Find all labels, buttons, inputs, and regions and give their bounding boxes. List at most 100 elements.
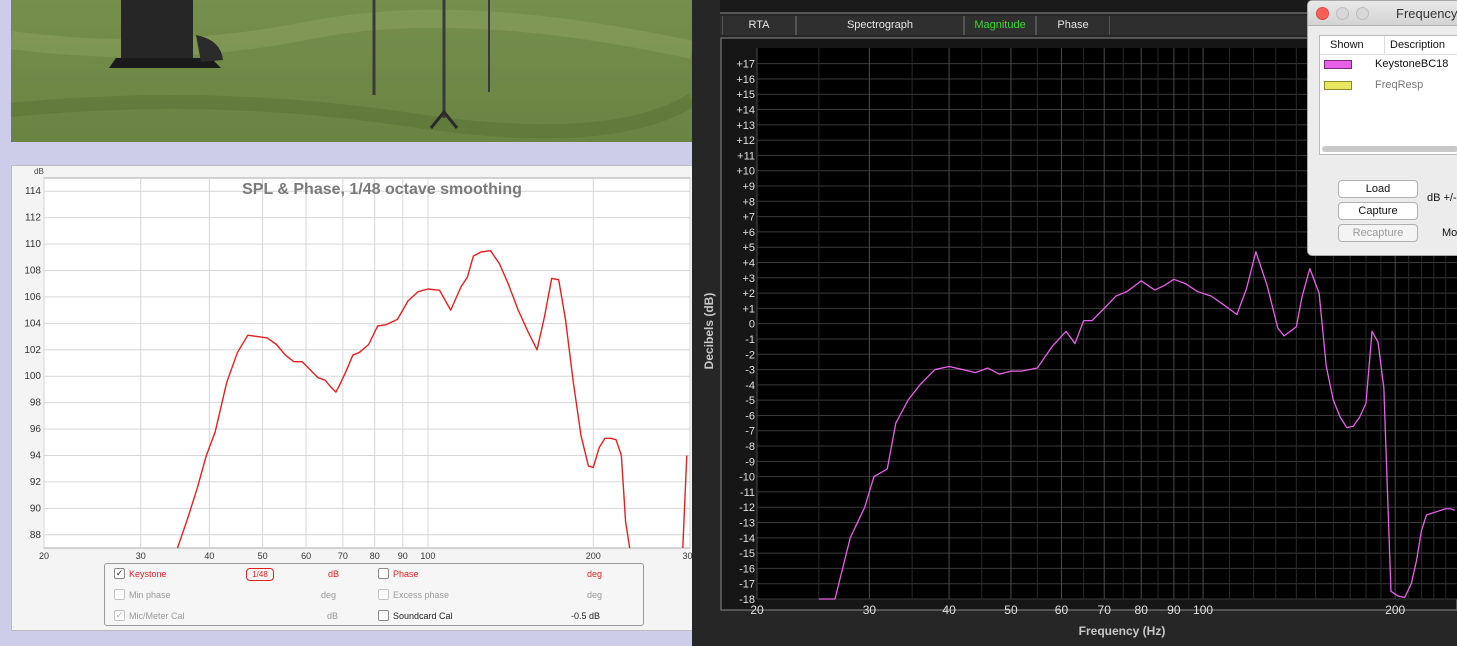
min-phase-checkbox[interactable] xyxy=(114,589,125,600)
magnitude-y-tick-label: -16 xyxy=(739,563,755,575)
spl-y-tick-label: 110 xyxy=(25,239,41,250)
magnitude-y-tick-label: +1 xyxy=(742,303,755,315)
magnitude-y-tick-label: +3 xyxy=(742,273,755,285)
soundcard-cal-checkbox[interactable] xyxy=(378,610,389,621)
soundcard-cal-value: -0.5 dB xyxy=(571,611,601,621)
min-phase-unit: deg xyxy=(321,590,337,600)
frequency-response-window: Frequency Shown Description KeystoneBC18… xyxy=(1307,0,1457,256)
excess-phase-unit: deg xyxy=(587,590,603,600)
min-phase-label: Min phase xyxy=(129,590,171,600)
spl-x-tick-label: 90 xyxy=(398,551,408,561)
spl-x-tick-label: 100 xyxy=(420,551,435,561)
close-window-icon[interactable] xyxy=(1316,7,1329,20)
magnitude-y-tick-label: -7 xyxy=(745,426,755,438)
spl-y-axis-label: dB xyxy=(34,167,44,176)
analyzer-tab-bar: RTA Spectrograph Magnitude Phase xyxy=(720,16,1310,35)
spl-y-tick-label: 90 xyxy=(30,503,42,514)
tab-rta[interactable]: RTA xyxy=(722,16,796,35)
magnitude-x-tick-label: 30 xyxy=(863,603,877,617)
phase-label: Phase xyxy=(393,569,419,579)
smoothing-button[interactable]: 1/48 xyxy=(246,568,274,581)
magnitude-y-tick-label: -5 xyxy=(745,395,755,407)
magnitude-x-tick-label: 200 xyxy=(1385,603,1405,617)
magnitude-y-axis-label: Decibels (dB) xyxy=(702,293,716,370)
spl-chart-title: SPL & Phase, 1/48 octave smoothing xyxy=(242,181,522,198)
description-column-header[interactable]: Description xyxy=(1386,36,1457,55)
magnitude-y-tick-label: +2 xyxy=(742,288,755,300)
magnitude-y-tick-label: -6 xyxy=(745,410,755,422)
magnitude-y-tick-label: +12 xyxy=(736,135,755,147)
spl-y-tick-label: 98 xyxy=(30,398,42,409)
magnitude-y-tick-label: -17 xyxy=(739,579,755,591)
keystone-color-swatch[interactable] xyxy=(1324,60,1352,69)
rta-top-strip xyxy=(720,0,1308,14)
frequency-window-titlebar[interactable]: Frequency xyxy=(1308,1,1457,26)
soundcard-cal-label: Soundcard Cal xyxy=(393,611,453,621)
trace-row-keystone[interactable]: KeystoneBC18 xyxy=(1375,58,1448,70)
excess-phase-label: Excess phase xyxy=(393,590,450,600)
magnitude-y-tick-label: +7 xyxy=(742,212,755,224)
recapture-button[interactable]: Recapture xyxy=(1338,224,1418,242)
magnitude-y-tick-label: +6 xyxy=(742,227,755,239)
spl-y-tick-label: 106 xyxy=(24,292,41,303)
mic-meter-cal-unit: dB xyxy=(327,611,339,621)
magnitude-y-tick-label: -9 xyxy=(745,456,755,468)
magnitude-y-tick-label: +13 xyxy=(736,120,755,132)
excess-phase-checkbox[interactable] xyxy=(378,589,389,600)
magnitude-y-tick-label: +16 xyxy=(736,74,755,86)
magnitude-y-tick-label: 0 xyxy=(749,319,755,331)
magnitude-x-tick-label: 20 xyxy=(750,603,764,617)
spl-y-tick-label: 114 xyxy=(25,186,41,197)
magnitude-y-tick-label: +8 xyxy=(742,196,755,208)
spl-x-tick-label: 50 xyxy=(258,551,268,561)
capture-button[interactable]: Capture xyxy=(1338,202,1418,220)
keystone-checkbox[interactable]: ✓ xyxy=(114,568,125,579)
magnitude-y-tick-label: -10 xyxy=(739,472,755,484)
magnitude-y-tick-label: +9 xyxy=(742,181,755,193)
spl-y-tick-label: 108 xyxy=(24,266,41,277)
spl-y-tick-label: 100 xyxy=(24,371,41,382)
tab-spectrograph[interactable]: Spectrograph xyxy=(796,16,964,35)
magnitude-y-tick-label: +5 xyxy=(742,242,755,254)
shown-column-header[interactable]: Shown xyxy=(1320,36,1385,55)
magnitude-y-tick-label: -11 xyxy=(740,487,755,499)
keystone-label: Keystone xyxy=(129,569,167,579)
magnitude-y-tick-label: -1 xyxy=(745,334,755,346)
spl-y-tick-label: 112 xyxy=(25,213,41,224)
magnitude-x-tick-label: 90 xyxy=(1167,603,1181,617)
magnitude-y-tick-label: -8 xyxy=(745,441,755,453)
minimize-window-icon[interactable] xyxy=(1336,7,1349,20)
mic-meter-cal-label: Mic/Meter Cal xyxy=(129,611,185,621)
spl-phase-chart-panel: 88 90 92 94 96 98 100 102 104 106 108 110 112 114 20 3… xyxy=(11,165,694,631)
spl-x-tick-label: 70 xyxy=(338,551,348,561)
phase-unit: deg xyxy=(587,569,603,579)
spl-y-tick-label: 88 xyxy=(30,530,42,541)
spl-x-tick-label: 30 xyxy=(136,551,146,561)
load-button[interactable]: Load xyxy=(1338,180,1418,198)
phase-checkbox[interactable] xyxy=(378,568,389,579)
magnitude-y-tick-label: +11 xyxy=(737,150,755,162)
spl-x-tick-label: 60 xyxy=(301,551,311,561)
keystone-unit: dB xyxy=(328,569,340,579)
zoom-window-icon[interactable] xyxy=(1356,7,1369,20)
tab-phase[interactable]: Phase xyxy=(1036,16,1110,35)
loudspeaker-field-photo-icon xyxy=(11,0,692,142)
frequency-window-title: Frequency xyxy=(1396,6,1457,21)
mic-meter-cal-checkbox[interactable]: ✓ xyxy=(114,610,125,621)
trace-list[interactable]: Shown Description KeystoneBC18 FreqResp xyxy=(1319,35,1457,155)
mode-label: Mo xyxy=(1442,227,1457,239)
tab-magnitude[interactable]: Magnitude xyxy=(964,16,1036,35)
spl-x-tick-label: 40 xyxy=(204,551,214,561)
spl-x-tick-label: 20 xyxy=(39,551,49,561)
magnitude-y-tick-label: -13 xyxy=(739,518,755,530)
trace-row-freqresp[interactable]: FreqResp xyxy=(1375,79,1423,91)
magnitude-y-tick-label: +10 xyxy=(736,166,755,178)
freqresp-color-swatch[interactable] xyxy=(1324,81,1352,90)
spl-legend: ✓ Keystone 1/48 dB Min phase deg ✓ Mic/M… xyxy=(104,563,644,626)
magnitude-y-tick-label: -2 xyxy=(745,349,755,361)
spl-y-tick-label: 96 xyxy=(30,424,42,435)
spl-phase-chart: 88 90 92 94 96 98 100 102 104 106 108 110 112 114 20 3… xyxy=(24,167,693,561)
magnitude-y-tick-label: +4 xyxy=(742,257,755,269)
magnitude-x-tick-label: 100 xyxy=(1193,603,1213,617)
list-scrollbar[interactable] xyxy=(1322,146,1457,152)
